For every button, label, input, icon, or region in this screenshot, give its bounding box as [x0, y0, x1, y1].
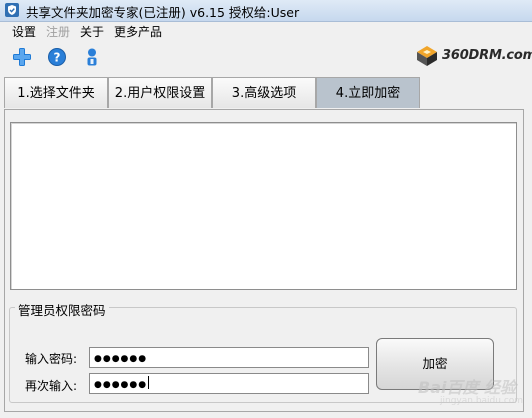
svg-text:?: ?: [54, 51, 61, 65]
text-caret: [148, 376, 150, 389]
logo-text: 360DRM.com: [442, 48, 532, 63]
tab-encrypt-now[interactable]: 4.立即加密: [316, 77, 420, 108]
log-list-box[interactable]: [10, 122, 517, 290]
add-icon[interactable]: [12, 47, 32, 67]
title-bar: 共享文件夹加密专家(已注册) v6.15 授权给:User: [0, 0, 532, 22]
password-value: ●●●●●●: [94, 354, 148, 364]
encrypt-button[interactable]: 加密: [376, 338, 494, 390]
app-shield-icon: [5, 3, 19, 17]
tab-user-permissions[interactable]: 2.用户权限设置: [108, 77, 212, 108]
menu-more-products[interactable]: 更多产品: [114, 23, 162, 40]
admin-password-group-title: 管理员权限密码: [15, 300, 109, 319]
confirm-password-value: ●●●●●●: [94, 380, 148, 390]
tab-advanced-options[interactable]: 3.高级选项: [212, 77, 316, 108]
logo-icon: [417, 46, 437, 66]
help-icon[interactable]: ?: [47, 47, 67, 67]
confirm-password-label: 再次输入:: [25, 379, 78, 393]
tab-select-folder[interactable]: 1.选择文件夹: [4, 77, 108, 108]
password-input[interactable]: ●●●●●●: [89, 347, 369, 368]
password-label: 输入密码:: [25, 352, 78, 366]
menu-bar: 设置 注册 关于 更多产品: [0, 21, 532, 41]
menu-about[interactable]: 关于: [80, 23, 104, 40]
tab-strip: 1.选择文件夹 2.用户权限设置 3.高级选项 4.立即加密: [4, 77, 524, 109]
brand-logo: 360DRM.com: [412, 44, 532, 68]
confirm-password-input[interactable]: ●●●●●●: [89, 373, 369, 394]
menu-register[interactable]: 注册: [46, 23, 70, 40]
window-title: 共享文件夹加密专家(已注册) v6.15 授权给:User: [26, 5, 300, 20]
user-icon[interactable]: [82, 47, 102, 67]
menu-settings[interactable]: 设置: [12, 23, 36, 40]
